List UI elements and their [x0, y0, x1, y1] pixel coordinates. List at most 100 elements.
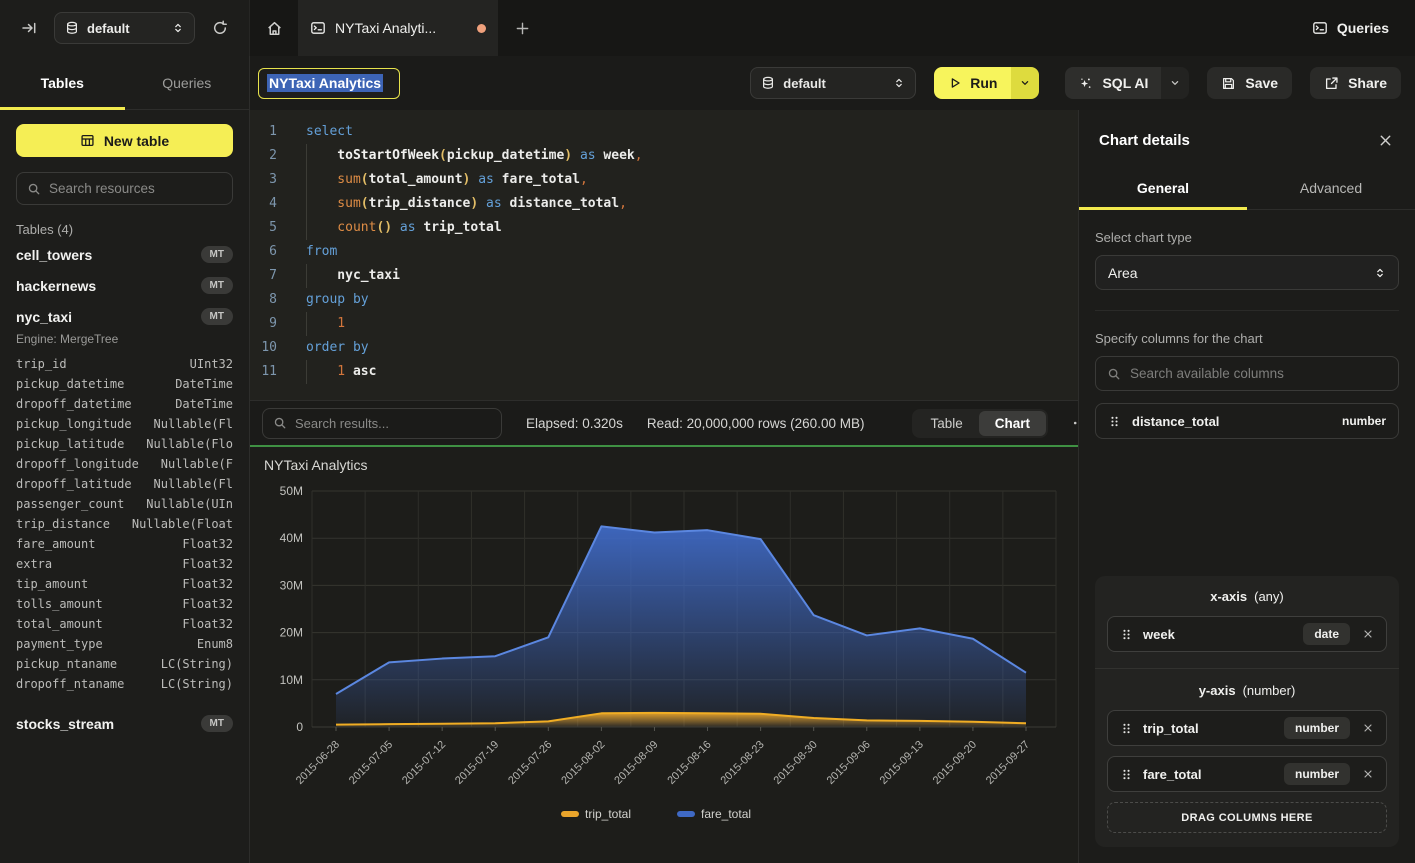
column-type: number	[1342, 414, 1386, 428]
sql-code[interactable]: selecttoStartOfWeek(pickup_datetime) as …	[290, 120, 1078, 400]
column-type: Float32	[182, 594, 233, 614]
x-axis-items: weekdate	[1107, 616, 1387, 652]
svg-text:NYTaxi Analytics: NYTaxi Analytics	[264, 457, 367, 473]
home-tab[interactable]	[250, 0, 298, 56]
axis-column-fare_total[interactable]: fare_totalnumber	[1107, 756, 1387, 792]
y-axis-items: trip_totalnumber fare_totalnumber	[1107, 710, 1387, 792]
tab-title: NYTaxi Analyti...	[335, 20, 468, 36]
table-columns-list: trip_idUInt32pickup_datetimeDateTimedrop…	[0, 354, 249, 708]
table-row[interactable]: stocks_streamMT	[0, 708, 249, 739]
line-number: 8	[250, 288, 277, 312]
query-title-input[interactable]: NYTaxi Analytics	[258, 68, 400, 99]
queries-button-label: Queries	[1337, 20, 1389, 36]
svg-text:2015-07-12: 2015-07-12	[400, 739, 448, 787]
table-row[interactable]: nyc_taxiMT	[0, 301, 249, 332]
sidebar-tab-tables-label: Tables	[41, 75, 84, 91]
drag-handle-icon[interactable]	[1108, 415, 1121, 428]
y-axis-hint: (number)	[1243, 683, 1296, 698]
queries-button[interactable]: Queries	[1312, 20, 1389, 36]
main-column: 1234567891011 selecttoStartOfWeek(pickup…	[250, 110, 1078, 863]
available-column-distance_total[interactable]: distance_totalnumber	[1095, 403, 1399, 439]
chart-panel: 2015-06-282015-07-052015-07-122015-07-19…	[250, 447, 1078, 863]
axis-column-week[interactable]: weekdate	[1107, 616, 1387, 652]
columns-search-input[interactable]	[1130, 366, 1387, 381]
sidebar-search-input[interactable]	[49, 181, 226, 196]
sidebar-search[interactable]	[16, 172, 233, 205]
share-button-label: Share	[1348, 75, 1387, 91]
column-name: passenger_count	[16, 494, 124, 514]
tab-general[interactable]: General	[1079, 169, 1247, 209]
line-number: 5	[250, 216, 277, 240]
engine-badge: MT	[201, 715, 233, 732]
results-search-input[interactable]	[295, 416, 491, 431]
toggle-chart[interactable]: Chart	[979, 411, 1046, 436]
table-row[interactable]: hackernewsMT	[0, 270, 249, 301]
indent-guide	[306, 168, 337, 192]
share-button[interactable]: Share	[1310, 67, 1401, 99]
column-name: extra	[16, 554, 52, 574]
column-row: dropoff_datetimeDateTime	[0, 394, 249, 414]
chart-type-select[interactable]: Area	[1095, 255, 1399, 290]
sql-ai-button[interactable]: SQL AI	[1065, 67, 1161, 99]
collapse-sidebar-icon[interactable]	[14, 13, 44, 43]
close-icon[interactable]	[1378, 133, 1393, 148]
results-search[interactable]	[262, 408, 502, 439]
toggle-table[interactable]: Table	[914, 411, 978, 436]
search-icon	[1107, 367, 1121, 381]
terminal-icon	[310, 20, 326, 36]
topbar-database-selector[interactable]: default	[54, 12, 195, 44]
sql-ai-options-button[interactable]	[1161, 67, 1189, 99]
axis-column-trip_total[interactable]: trip_totalnumber	[1107, 710, 1387, 746]
run-button[interactable]: Run	[934, 67, 1011, 99]
code-line: group by	[306, 288, 1078, 312]
column-type: Float32	[182, 614, 233, 634]
table-engine-label: Engine: MergeTree	[0, 332, 249, 354]
chart-type-value: Area	[1108, 265, 1138, 281]
table-row[interactable]: cell_towersMT	[0, 239, 249, 270]
tables-section-label: Tables (4)	[16, 222, 233, 237]
svg-text:fare_total: fare_total	[701, 807, 751, 821]
toolbar-database-selector[interactable]: default	[750, 67, 916, 99]
svg-text:2015-09-13: 2015-09-13	[878, 739, 926, 787]
save-icon	[1221, 76, 1236, 91]
column-name: pickup_ntaname	[16, 654, 117, 674]
sidebar-tab-tables[interactable]: Tables	[0, 56, 125, 109]
indent-guide	[306, 312, 337, 336]
drop-zone[interactable]: DRAG COLUMNS HERE	[1107, 802, 1387, 833]
save-button[interactable]: Save	[1207, 67, 1292, 99]
new-table-button[interactable]: New table	[16, 124, 233, 157]
columns-search[interactable]	[1095, 356, 1399, 391]
drag-handle-icon[interactable]	[1120, 768, 1133, 781]
panel-body: Select chart type Area Specify columns f…	[1079, 210, 1415, 863]
column-name: pickup_longitude	[16, 414, 132, 434]
column-type-badge: date	[1303, 623, 1350, 645]
column-name: trip_total	[1143, 721, 1274, 736]
remove-column-icon[interactable]	[1360, 720, 1376, 736]
column-type: LC(String)	[161, 674, 233, 694]
drag-handle-icon[interactable]	[1120, 628, 1133, 641]
remove-column-icon[interactable]	[1360, 626, 1376, 642]
search-icon	[273, 416, 287, 430]
line-number-gutter: 1234567891011	[250, 120, 290, 400]
refresh-icon[interactable]	[205, 13, 235, 43]
column-name: dropoff_datetime	[16, 394, 132, 414]
remove-column-icon[interactable]	[1360, 766, 1376, 782]
sidebar-tab-queries[interactable]: Queries	[125, 56, 250, 109]
column-type: DateTime	[175, 374, 233, 394]
column-type: Float32	[182, 574, 233, 594]
svg-text:2015-08-23: 2015-08-23	[718, 739, 766, 787]
run-options-button[interactable]	[1011, 67, 1039, 99]
sql-editor[interactable]: 1234567891011 selecttoStartOfWeek(pickup…	[250, 110, 1078, 400]
y-axis-label: y-axis	[1199, 683, 1236, 698]
unsaved-indicator-dot	[477, 24, 486, 33]
panel-title: Chart details	[1099, 132, 1190, 149]
svg-text:2015-08-02: 2015-08-02	[559, 739, 607, 787]
column-name: tip_amount	[16, 574, 88, 594]
svg-text:trip_total: trip_total	[585, 807, 631, 821]
svg-text:20M: 20M	[280, 626, 303, 640]
new-tab-button[interactable]	[498, 0, 546, 56]
tab-advanced[interactable]: Advanced	[1247, 169, 1415, 209]
drag-handle-icon[interactable]	[1120, 722, 1133, 735]
tab-nytaxi-analytics[interactable]: NYTaxi Analyti...	[298, 0, 498, 56]
indent-guide	[306, 216, 337, 240]
